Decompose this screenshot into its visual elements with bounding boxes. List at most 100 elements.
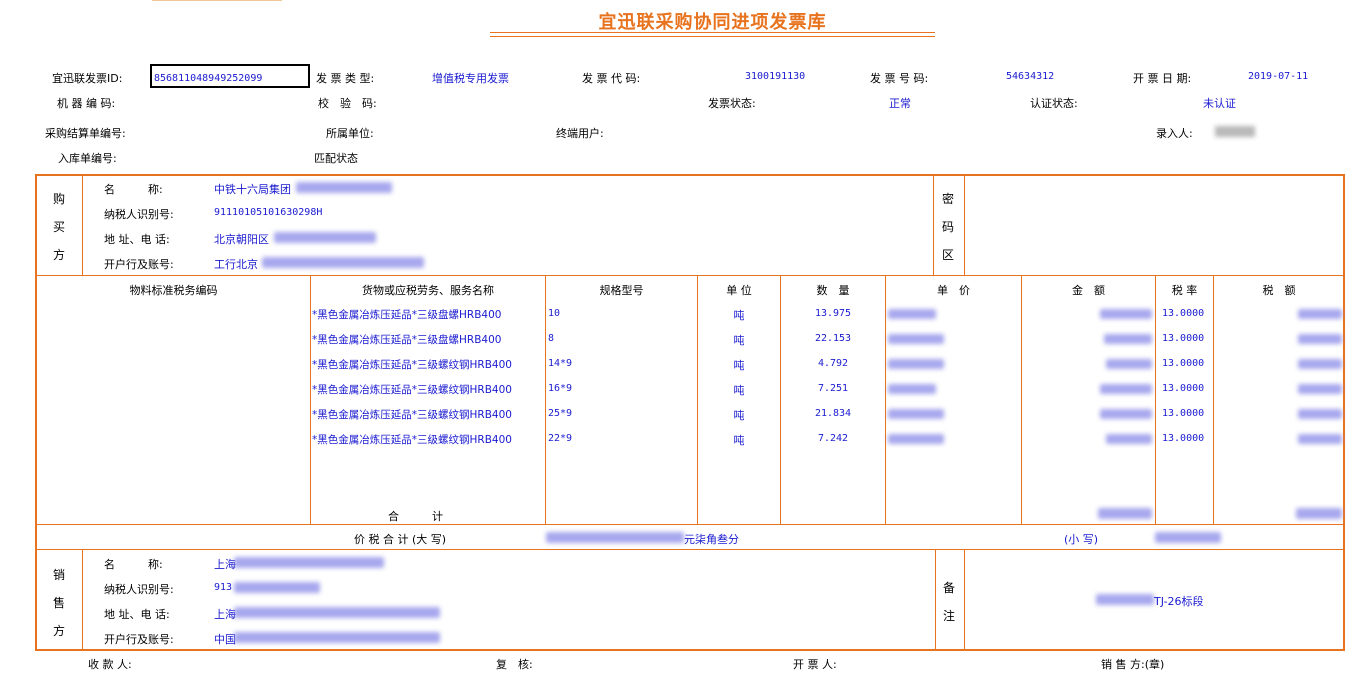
total-tax-redacted xyxy=(1296,508,1342,519)
grand-total-small-redacted xyxy=(1155,532,1221,543)
item-goods: *黑色金属冶炼压延品*三级螺纹钢HRB400 xyxy=(312,384,512,396)
buyer-address-label: 地 址、电 话: xyxy=(104,233,170,246)
invoice-number-label: 发 票 号 码: xyxy=(870,72,929,85)
top-accent-line xyxy=(152,0,282,1)
entry-person-redacted xyxy=(1215,126,1255,137)
item-spec: 10 xyxy=(548,308,561,319)
entry-person-label: 录入人: xyxy=(1156,127,1193,140)
buyer-side-char-1: 购 xyxy=(52,192,65,206)
grand-total-big-label: 价 税 合 计 (大 写) xyxy=(354,533,447,546)
invoice-id-label: 宜迅联发票ID: xyxy=(52,72,123,85)
item-tax-redacted xyxy=(1298,434,1342,444)
item-qty: 13.975 xyxy=(814,308,852,319)
col-header-amount: 金 额 xyxy=(1072,284,1105,297)
buyer-side-char-2: 买 xyxy=(52,220,65,234)
item-unit: 吨 xyxy=(733,434,745,447)
item-tax-redacted xyxy=(1298,359,1342,369)
item-qty: 7.251 xyxy=(817,383,849,394)
total-amount-redacted xyxy=(1098,508,1152,519)
buyer-address-value: 北京朝阳区 xyxy=(214,233,269,246)
check-code-label: 校 验 码: xyxy=(318,97,377,110)
seller-address-label: 地 址、电 话: xyxy=(104,608,170,621)
invoice-code-value: 3100191130 xyxy=(745,71,806,82)
item-rate: 13.0000 xyxy=(1162,408,1205,419)
remarks-value: TJ-26标段 xyxy=(1154,595,1204,608)
item-price-redacted xyxy=(888,434,944,444)
col-header-material-code: 物料标准税务编码 xyxy=(129,284,218,297)
auth-status-label: 认证状态: xyxy=(1030,97,1078,110)
item-unit: 吨 xyxy=(733,309,745,322)
seller-address-value: 上海 xyxy=(214,608,236,621)
invoice-date-label: 开 票 日 期: xyxy=(1133,72,1192,85)
item-unit: 吨 xyxy=(733,359,745,372)
item-goods: *黑色金属冶炼压延品*三级螺纹钢HRB400 xyxy=(312,359,512,371)
item-spec: 22*9 xyxy=(548,433,573,444)
item-amount-redacted xyxy=(1106,359,1152,369)
invoice-number-value: 54634312 xyxy=(1006,71,1055,82)
buyer-bank-label: 开户行及账号: xyxy=(104,258,174,271)
seller-tax-label: 纳税人识别号: xyxy=(104,583,174,596)
invoice-date-value: 2019-07-11 xyxy=(1248,71,1309,82)
item-rate: 13.0000 xyxy=(1162,383,1205,394)
grand-total-big-redacted xyxy=(546,532,684,543)
col-header-price: 单 价 xyxy=(937,284,970,297)
item-goods: *黑色金属冶炼压延品*三级螺纹钢HRB400 xyxy=(312,434,512,446)
seller-address-redacted xyxy=(234,607,440,618)
item-tax-redacted xyxy=(1298,334,1342,344)
seller-name-redacted xyxy=(234,557,384,568)
seller-tax-redacted xyxy=(234,582,320,593)
match-status-label: 匹配状态 xyxy=(314,152,358,165)
item-rate: 13.0000 xyxy=(1162,333,1205,344)
invoice-status-value: 正常 xyxy=(889,97,911,110)
cipher-char-2: 码 xyxy=(941,220,954,234)
invoice-status-label: 发票状态: xyxy=(708,97,756,110)
item-spec: 16*9 xyxy=(548,383,573,394)
item-goods: *黑色金属冶炼压延品*三级盘螺HRB400 xyxy=(312,334,502,346)
seller-side-char-3: 方 xyxy=(52,624,65,638)
item-qty: 22.153 xyxy=(814,333,852,344)
page-title: 宜迅联采购协同进项发票库 xyxy=(598,12,827,33)
item-rate: 13.0000 xyxy=(1162,358,1205,369)
invoice-id-input[interactable] xyxy=(150,64,310,88)
item-amount-redacted xyxy=(1100,384,1152,394)
item-price-redacted xyxy=(888,409,944,419)
buyer-address-redacted xyxy=(274,232,376,243)
seller-bank-label: 开户行及账号: xyxy=(104,633,174,646)
item-price-redacted xyxy=(888,334,944,344)
item-goods: *黑色金属冶炼压延品*三级螺纹钢HRB400 xyxy=(312,409,512,421)
item-qty: 21.834 xyxy=(814,408,852,419)
item-tax-redacted xyxy=(1298,409,1342,419)
item-qty: 4.792 xyxy=(817,358,849,369)
buyer-bank-value: 工行北京 xyxy=(214,258,258,271)
item-rate: 13.0000 xyxy=(1162,433,1205,444)
buyer-tax-value: 91110105101630298H xyxy=(214,207,323,218)
auth-status-value: 未认证 xyxy=(1203,97,1236,110)
seller-name-label: 名 称: xyxy=(104,558,163,571)
seller-side-char-1: 销 xyxy=(52,568,65,582)
seller-side-char-2: 售 xyxy=(52,596,65,610)
item-rate: 13.0000 xyxy=(1162,308,1205,319)
col-header-qty: 数 量 xyxy=(816,284,850,297)
remarks-char-2: 注 xyxy=(942,609,955,623)
grand-total-small-label: (小 写) xyxy=(1064,533,1099,546)
item-amount-redacted xyxy=(1106,434,1152,444)
remarks-char-1: 备 xyxy=(942,581,955,595)
footer-payee-label: 收 款 人: xyxy=(88,658,132,671)
footer-seller-seal-label: 销 售 方:(章) xyxy=(1101,658,1165,671)
item-tax-redacted xyxy=(1298,309,1342,319)
buyer-tax-label: 纳税人识别号: xyxy=(104,208,174,221)
item-unit: 吨 xyxy=(733,384,745,397)
item-price-redacted xyxy=(888,359,944,369)
buyer-side-char-3: 方 xyxy=(52,248,65,262)
footer-reviewer-label: 复 核: xyxy=(496,658,533,671)
footer-drawer-label: 开 票 人: xyxy=(793,658,837,671)
seller-bank-redacted xyxy=(234,632,440,643)
item-spec: 25*9 xyxy=(548,408,573,419)
item-amount-redacted xyxy=(1100,309,1152,319)
seller-name-value: 上海 xyxy=(214,558,236,571)
cipher-char-1: 密 xyxy=(941,192,954,206)
title-underline-2 xyxy=(490,36,935,37)
item-spec: 8 xyxy=(548,333,555,344)
item-unit: 吨 xyxy=(733,334,745,347)
owner-unit-label: 所属单位: xyxy=(326,127,374,140)
